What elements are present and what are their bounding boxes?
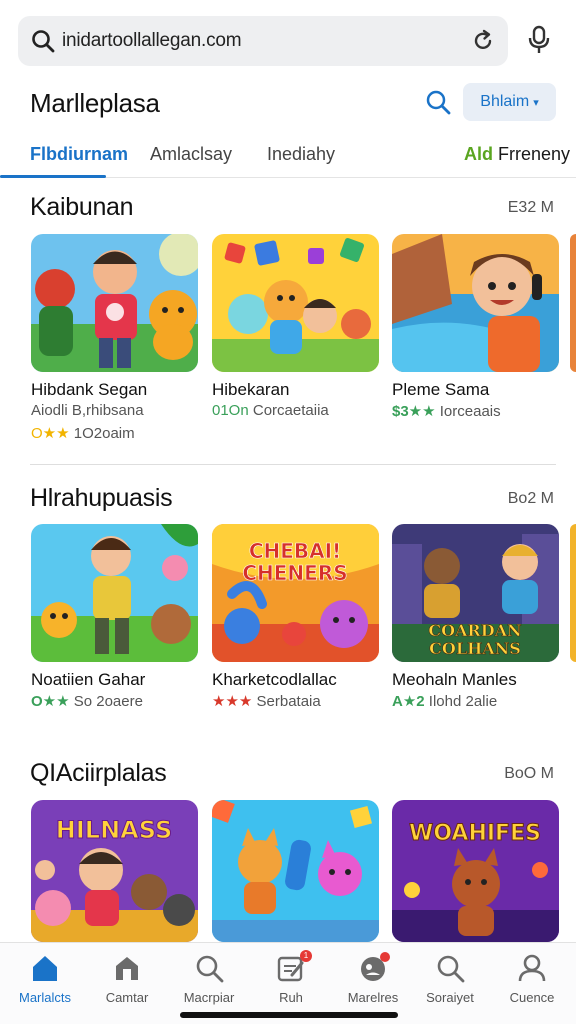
account-dropdown-label: Bhlaim [480, 93, 530, 110]
account-dropdown-button[interactable]: Bhlaim ▾ [463, 83, 556, 121]
game-thumbnail: WOAHIFES [392, 800, 559, 942]
chevron-down-icon: ▾ [533, 96, 539, 109]
section-title: Hlrahupuasis [30, 484, 173, 512]
tab-flbdiurnam[interactable]: Flbdiurnam [30, 144, 128, 165]
account-icon [518, 954, 546, 982]
rating-stars: ★★ [42, 425, 70, 442]
game-card[interactable]: Noatiien Gahar O★★ So 2oaere [31, 524, 198, 710]
rating-stars: O★★ [31, 693, 70, 710]
game-card[interactable]: HILNASS [31, 800, 198, 942]
section-title: Kaibunan [30, 193, 134, 221]
section-more-link[interactable]: E32 M [508, 199, 554, 217]
next-card-peek [570, 234, 576, 372]
game-title: Kharketcodlallac [212, 670, 337, 689]
url-text[interactable]: inidartoollallegan.com [62, 30, 242, 52]
developer-name: Iorceaais [439, 403, 501, 420]
tab-bar: Flbdiurnam Amlaclsay Inediahy Ald Frrene… [0, 136, 576, 178]
game-thumbnail [31, 524, 198, 662]
game-thumbnail: CHEBAI! CHENERS [212, 524, 379, 662]
section-more-link[interactable]: Bo2 M [508, 490, 554, 508]
active-tab-indicator [0, 175, 106, 178]
nav-item-discover[interactable]: Soraiyet [409, 943, 491, 1013]
game-rating: A★2 Ilohd 2alie [392, 692, 497, 710]
game-card[interactable]: Pleme Sama $3★★ Iorceaais [392, 234, 559, 420]
rating-count: Ilohd 2alie [428, 693, 498, 710]
reload-icon[interactable] [470, 28, 496, 54]
nav-label: Macrpiar [183, 990, 235, 1005]
section-more-link[interactable]: BoO M [504, 765, 554, 783]
search-icon [32, 30, 55, 53]
rating-count: So 2oaere [73, 693, 143, 710]
game-title: Noatiien Gahar [31, 670, 146, 689]
nav-item-home[interactable]: Marlalcts [4, 943, 86, 1013]
rating-prefix: O [31, 425, 43, 442]
game-thumbnail [392, 234, 559, 372]
nav-item-people[interactable]: Marelres [332, 943, 414, 1013]
tab-frreneny[interactable]: Ald Frreneny [464, 144, 570, 165]
microphone-icon[interactable] [526, 25, 552, 55]
nav-item-store[interactable]: Camtar [86, 943, 168, 1013]
nav-label: Marelres [347, 990, 399, 1005]
tab-prefix: Ald [464, 144, 493, 164]
rating-stars: ★★★ [212, 693, 253, 710]
game-card[interactable]: CHEBAI! CHENERS Kharketcodlallac ★★★ Ser… [212, 524, 379, 710]
nav-item-search[interactable]: Macrpiar [168, 943, 250, 1013]
section-title: QIAciirplalas [30, 759, 167, 787]
game-title: Hibekaran [212, 380, 290, 399]
game-title: Hibdank Segan [31, 380, 148, 399]
nav-item-edit[interactable]: 1 Ruh [250, 943, 332, 1013]
game-thumbnail: HILNASS [31, 800, 198, 942]
developer-prefix: 01On [212, 402, 249, 419]
nav-label: Ruh [279, 990, 303, 1005]
tab-label: Frreneny [498, 144, 571, 164]
game-title: Meohaln Manles [392, 670, 517, 689]
nav-label: Marlalcts [18, 990, 71, 1005]
game-card[interactable]: Hibdank Segan Aiodli B,rhibsana O★★ 1O2o… [31, 234, 198, 442]
address-bar[interactable]: inidartoollallegan.com [18, 16, 508, 66]
developer-name: Corcaetaiia [252, 402, 329, 419]
magnifier-icon [437, 955, 465, 983]
home-icon [33, 956, 57, 981]
game-developer: Aiodli B,rhibsana [31, 402, 144, 419]
svg-text:CHEBAI!: CHEBAI! [249, 539, 341, 563]
game-card[interactable]: WOAHIFES [392, 800, 559, 942]
nav-label: Soraiyet [426, 990, 474, 1005]
section-divider [30, 464, 556, 465]
nav-label: Camtar [105, 990, 149, 1005]
svg-text:COARDAN: COARDAN [428, 621, 521, 640]
game-rating: O★★ 1O2oaim [31, 424, 135, 442]
svg-text:HILNASS: HILNASS [56, 816, 172, 844]
nav-label: Cuence [509, 990, 555, 1005]
home-indicator [180, 1012, 398, 1018]
page-title: Marlleplasa [30, 88, 160, 118]
game-thumbnail [212, 234, 379, 372]
svg-text:CHENERS: CHENERS [242, 561, 347, 585]
game-title: Pleme Sama [392, 380, 490, 399]
game-card[interactable]: Hibekaran 01On Corcaetaiia [212, 234, 379, 419]
game-card[interactable]: COARDAN COLHANS Meohaln Manles A★2 Ilohd… [392, 524, 559, 710]
svg-text:WOAHIFES: WOAHIFES [409, 821, 541, 846]
nav-item-account[interactable]: Cuence [491, 943, 573, 1013]
next-card-peek [570, 524, 576, 662]
svg-text:COLHANS: COLHANS [429, 639, 521, 658]
game-card[interactable] [212, 800, 379, 942]
notification-dot [380, 952, 390, 962]
rating-count: Serbataia [256, 693, 321, 710]
tab-inediahy[interactable]: Inediahy [267, 144, 335, 165]
game-rating: O★★ So 2oaere [31, 692, 143, 710]
rating-count: 1O2oaim [73, 425, 135, 442]
search-icon[interactable] [424, 88, 452, 116]
tab-amlaclsay[interactable]: Amlaclsay [150, 144, 232, 165]
rating-stars: A★2 [392, 693, 425, 710]
game-thumbnail: COARDAN COLHANS [392, 524, 559, 662]
game-developer: 01On Corcaetaiia [212, 402, 329, 419]
game-rating: ★★★ Serbataia [212, 692, 321, 710]
store-icon [116, 957, 138, 980]
notification-badge: 1 [300, 950, 312, 962]
game-developer: $3★★ Iorceaais [392, 402, 501, 420]
game-thumbnail [212, 800, 379, 942]
game-thumbnail [31, 234, 198, 372]
rating-stars: $3★★ [392, 403, 436, 420]
search-icon [196, 955, 224, 983]
